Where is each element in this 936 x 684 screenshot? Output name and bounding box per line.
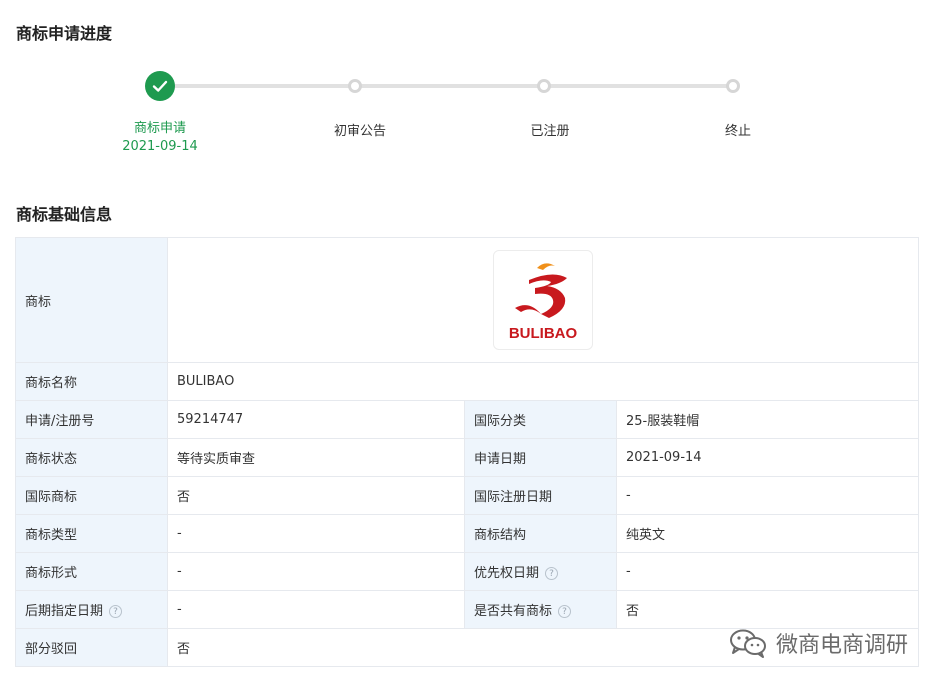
row-label: 商标状态 [15,438,168,477]
watermark-text: 微商电商调研 [775,633,908,658]
wechat-icon [729,629,766,658]
name-label: 商标名称 [15,362,168,401]
step-date-application: 2021-09-14 [122,139,198,154]
step-node-terminated [726,79,740,93]
help-icon[interactable]: ? [545,567,559,580]
row-label: 商标类型 [15,514,168,553]
table-row: 申请/注册号 59214747 国际分类 25-服装鞋帽 [15,400,919,439]
row-label-shared-trademark: 是否共有商标? [464,590,617,629]
table-row: 国际商标 否 国际注册日期 - [15,476,919,515]
basic-info-section-title: 商标基础信息 [16,205,113,224]
table-row: 商标名称 BULIBAO [15,362,919,401]
row-label-later-designation: 后期指定日期? [15,590,168,629]
logo-label: 商标 [15,237,168,363]
table-row: 商标 BULIBAO [15,237,919,363]
step-done-check-icon [145,71,175,101]
later-designation-label: 后期指定日期 [25,604,104,619]
progress-section-title: 商标申请进度 [16,24,113,43]
step-node-initial-review [348,79,362,93]
row-label: 国际注册日期 [464,476,617,515]
shared-trademark-label: 是否共有商标 [474,604,553,619]
row-label: 部分驳回 [15,628,168,667]
row-value: 2021-09-14 [616,438,919,477]
progress-track [160,84,733,88]
row-value: 59214747 [167,400,465,439]
trademark-logo: BULIBAO [493,250,593,350]
name-value: BULIBAO [167,362,919,401]
svg-text:BULIBAO: BULIBAO [509,325,578,342]
row-label: 商标形式 [15,552,168,591]
row-label: 申请日期 [464,438,617,477]
step-label-registered: 已注册 [530,124,570,139]
row-value: 等待实质审查 [167,438,465,477]
trademark-logo-image: BULIBAO [509,263,578,342]
row-label: 国际商标 [15,476,168,515]
row-value: 25-服装鞋帽 [616,400,919,439]
row-label: 申请/注册号 [15,400,168,439]
step-label-application: 商标申请 [133,121,186,136]
step-label-initial-review: 初审公告 [333,124,386,139]
row-label-priority-date: 优先权日期? [464,552,617,591]
row-value: - [167,514,465,553]
table-row: 后期指定日期? - 是否共有商标? 否 [15,590,919,629]
trademark-info-table: 商标 BULIBAO 商标名称 BULIBAO 申请/注册号 59214747 … [15,237,919,667]
table-row: 商标状态 等待实质审查 申请日期 2021-09-14 [15,438,919,477]
row-label: 国际分类 [464,400,617,439]
row-value: 纯英文 [616,514,919,553]
logo-cell: BULIBAO [167,237,919,363]
row-value: 否 [616,590,919,629]
step-label-terminated: 终止 [724,124,751,139]
help-icon[interactable]: ? [558,605,572,618]
wechat-watermark: 微商电商调研 [728,627,908,659]
help-icon[interactable]: ? [109,605,123,618]
step-node-registered [537,79,551,93]
priority-date-label: 优先权日期 [474,566,540,581]
row-value: - [167,590,465,629]
progress-stepper: 商标申请 2021-09-14 初审公告 已注册 终止 [0,60,936,170]
table-row: 商标类型 - 商标结构 纯英文 [15,514,919,553]
row-label: 商标结构 [464,514,617,553]
row-value: - [616,476,919,515]
row-value: 否 [167,476,465,515]
row-value: - [616,552,919,591]
row-value: - [167,552,465,591]
table-row: 商标形式 - 优先权日期? - [15,552,919,591]
